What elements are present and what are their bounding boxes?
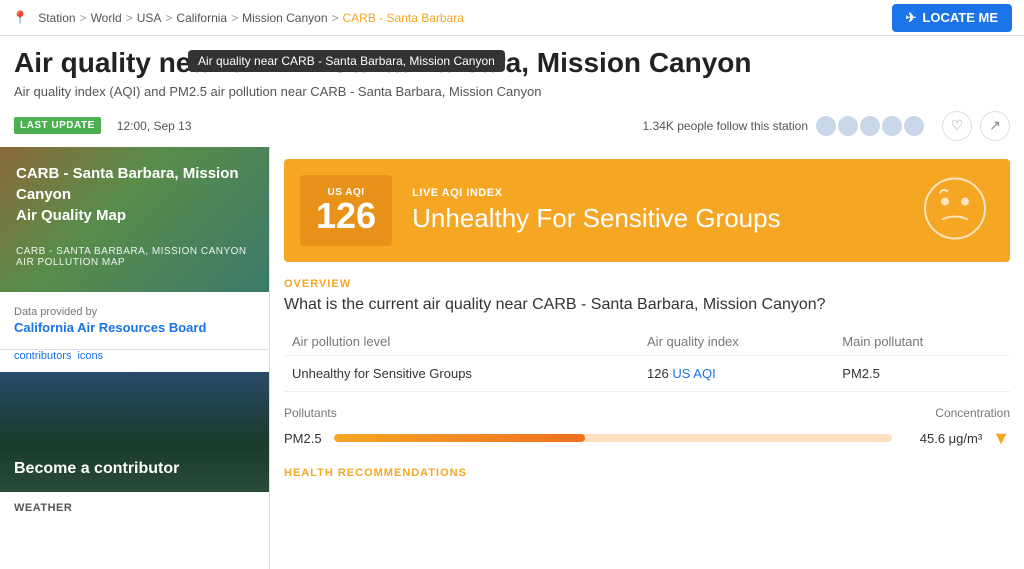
main-content: CARB - Santa Barbara, Mission Canyon Air… xyxy=(0,147,1024,569)
cell-aqi: 126 US AQI xyxy=(639,355,834,391)
pollutants-header: Pollutants Concentration xyxy=(284,406,1010,420)
col-header-aqi: Air quality index xyxy=(639,328,834,356)
cell-pollutant: PM2.5 xyxy=(834,355,1010,391)
health-rec-label: HEALTH RECOMMENDATIONS xyxy=(284,467,1010,479)
map-card-title: CARB - Santa Barbara, Mission Canyon Air… xyxy=(16,163,253,226)
aqi-info: LIVE AQI INDEX Unhealthy For Sensitive G… xyxy=(412,187,994,234)
favorite-button[interactable]: ♡ xyxy=(942,111,972,141)
map-card[interactable]: CARB - Santa Barbara, Mission Canyon Air… xyxy=(0,147,269,292)
weather-section: WEATHER xyxy=(0,492,269,524)
aqi-score-box: US AQI 126 xyxy=(300,175,392,246)
become-contributor-card[interactable]: Become a contributor xyxy=(0,372,269,492)
health-rec-section: HEALTH RECOMMENDATIONS xyxy=(270,453,1024,493)
map-card-pollution-label: CARB - SANTA BARBARA, MISSION CANYON AIR… xyxy=(16,246,253,268)
contributors-row[interactable]: contributors icons xyxy=(0,350,269,372)
page-subtitle: Air quality index (AQI) and PM2.5 air po… xyxy=(14,84,1010,99)
live-label: LIVE AQI INDEX xyxy=(412,187,994,199)
pin-icon: 📍 xyxy=(12,10,28,26)
follower-icons xyxy=(816,116,924,136)
breadcrumb-world: World xyxy=(91,11,122,25)
data-provider-name[interactable]: California Air Resources Board xyxy=(14,320,255,335)
status-bar: LAST UPDATE 12:00, Sep 13 1.34K people f… xyxy=(0,105,1024,147)
aqi-number: 126 xyxy=(316,198,376,234)
pollutant-row-pm25: PM2.5 45.6 μg/m³ ▼ xyxy=(284,428,1010,449)
overview-label: OVERVIEW xyxy=(284,278,1010,290)
followers-count: 1.34K people follow this station xyxy=(643,119,808,133)
face-icon xyxy=(920,174,990,247)
aqi-link[interactable]: US AQI xyxy=(672,366,715,381)
follower-avatar-5 xyxy=(904,116,924,136)
breadcrumb-california: California xyxy=(176,11,227,25)
breadcrumb-missioncanyon: Mission Canyon xyxy=(242,11,327,25)
overview-section: OVERVIEW What is the current air quality… xyxy=(270,262,1024,392)
aqi-banner: US AQI 126 LIVE AQI INDEX Unhealthy For … xyxy=(284,159,1010,262)
top-bar: 📍 Station > World > USA > California > M… xyxy=(0,0,1024,36)
air-quality-table: Air pollution level Air quality index Ma… xyxy=(284,328,1010,392)
concentration-value-pm25: 45.6 μg/m³ xyxy=(902,431,982,446)
aqi-status-text: Unhealthy For Sensitive Groups xyxy=(412,203,994,234)
breadcrumb-usa: USA xyxy=(137,11,162,25)
cell-level: Unhealthy for Sensitive Groups xyxy=(284,355,639,391)
right-panel: US AQI 126 LIVE AQI INDEX Unhealthy For … xyxy=(270,147,1024,569)
concentration-label: Concentration xyxy=(935,406,1010,420)
pollutant-name-pm25: PM2.5 xyxy=(284,431,324,446)
tooltip: Air quality near CARB - Santa Barbara, M… xyxy=(188,50,505,72)
pollutants-label: Pollutants xyxy=(284,406,337,420)
progress-bar-fill-pm25 xyxy=(334,434,585,442)
icons-link[interactable]: icons xyxy=(77,350,103,362)
weather-label: WEATHER xyxy=(14,502,255,514)
overview-question: What is the current air quality near CAR… xyxy=(284,296,1010,314)
become-contributor-text: Become a contributor xyxy=(14,460,179,478)
follower-avatar-3 xyxy=(860,116,880,136)
breadcrumb: 📍 Station > World > USA > California > M… xyxy=(12,10,464,26)
pollutants-section: Pollutants Concentration PM2.5 45.6 μg/m… xyxy=(270,392,1024,449)
update-time: 12:00, Sep 13 xyxy=(117,119,192,133)
title-section: Air quality near CARB - Santa Barbara, M… xyxy=(0,36,1024,103)
share-button[interactable]: ↗ xyxy=(980,111,1010,141)
follower-avatar-1 xyxy=(816,116,836,136)
locate-icon: ✈ xyxy=(906,10,917,26)
last-update-badge: LAST UPDATE xyxy=(14,117,101,134)
data-provider-label: Data provided by xyxy=(14,306,255,318)
contributors-link[interactable]: contributors xyxy=(14,350,71,362)
followers-section: 1.34K people follow this station ♡ ↗ xyxy=(643,111,1010,141)
data-provider-section: Data provided by California Air Resource… xyxy=(0,292,269,350)
left-panel: CARB - Santa Barbara, Mission Canyon Air… xyxy=(0,147,270,569)
locate-me-button[interactable]: ✈ LOCATE ME xyxy=(892,4,1013,32)
dropdown-icon-pm25[interactable]: ▼ xyxy=(992,428,1010,449)
table-row: Unhealthy for Sensitive Groups 126 US AQ… xyxy=(284,355,1010,391)
follower-avatar-4 xyxy=(882,116,902,136)
col-header-level: Air pollution level xyxy=(284,328,639,356)
breadcrumb-station: Station xyxy=(38,11,75,25)
page-title: Air quality near CARB - Santa Barbara, M… xyxy=(14,46,1010,80)
breadcrumb-station-link[interactable]: CARB - Santa Barbara xyxy=(343,11,464,25)
progress-bar-bg-pm25 xyxy=(334,434,892,442)
follower-avatar-2 xyxy=(838,116,858,136)
col-header-pollutant: Main pollutant xyxy=(834,328,1010,356)
action-buttons: ♡ ↗ xyxy=(942,111,1010,141)
